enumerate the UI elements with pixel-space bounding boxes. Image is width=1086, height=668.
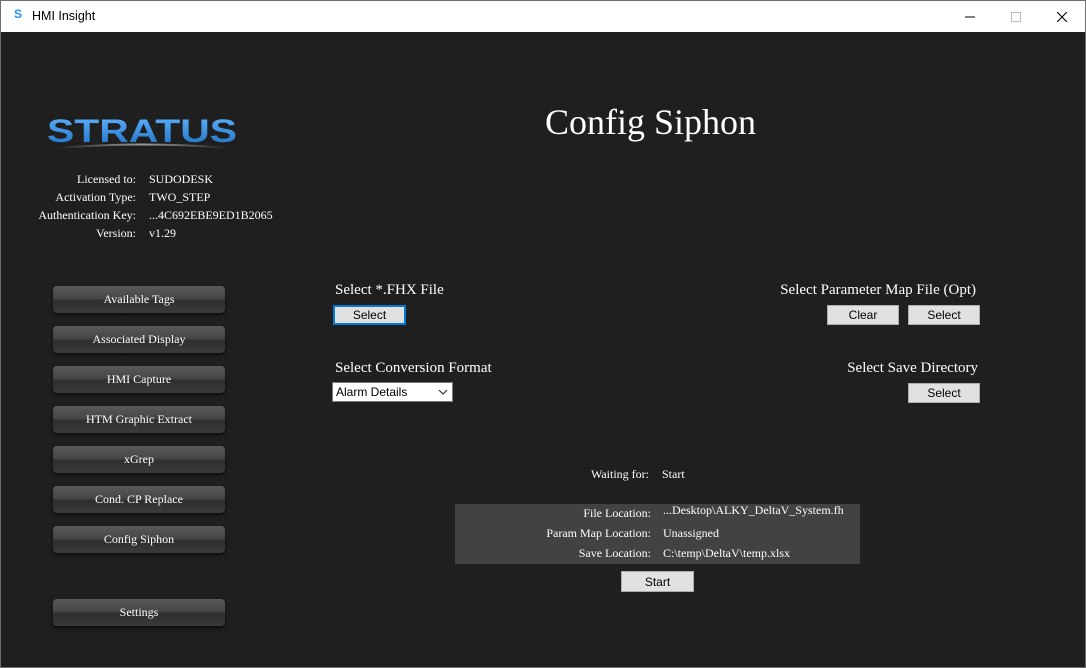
close-button[interactable] <box>1039 1 1085 32</box>
nav-hmi-capture[interactable]: HMI Capture <box>53 366 225 393</box>
authentication-key-label: Authentication Key: <box>38 208 136 222</box>
minimize-button[interactable] <box>947 1 993 32</box>
title-bar: S HMI Insight <box>1 1 1085 32</box>
chevron-down-icon <box>438 389 448 395</box>
nav-available-tags[interactable]: Available Tags <box>53 286 225 313</box>
nav-xgrep[interactable]: xGrep <box>53 446 225 473</box>
fhx-select-button[interactable]: Select <box>333 305 406 325</box>
save-directory-label: Select Save Directory <box>847 360 978 376</box>
nav-associated-display[interactable]: Associated Display <box>53 326 225 353</box>
nav-cond-cp-replace[interactable]: Cond. CP Replace <box>53 486 225 513</box>
activation-type-label: Activation Type: <box>55 190 136 204</box>
version-label: Version: <box>96 226 136 240</box>
app-logo-icon: S <box>13 7 22 21</box>
maximize-button[interactable] <box>993 1 1039 32</box>
waiting-for-label: Waiting for: <box>590 467 649 481</box>
conversion-format-select[interactable]: Alarm Details <box>332 382 453 402</box>
param-map-location-value: Unassigned <box>663 526 719 540</box>
conversion-format-label: Select Conversion Format <box>335 360 492 376</box>
start-button[interactable]: Start <box>621 571 694 592</box>
activation-type-value: TWO_STEP <box>149 190 211 204</box>
licensed-to-label: Licensed to: <box>77 172 136 186</box>
version-value: v1.29 <box>149 226 176 240</box>
window-title: HMI Insight <box>32 9 96 23</box>
param-map-clear-button[interactable]: Clear <box>827 305 899 325</box>
maximize-icon <box>1011 11 1021 22</box>
save-directory-select-button[interactable]: Select <box>908 383 980 403</box>
page-title: Config Siphon <box>545 102 757 142</box>
minimize-icon <box>965 16 975 17</box>
close-icon <box>1057 11 1067 22</box>
nav-htm-graphic-extract[interactable]: HTM Graphic Extract <box>53 406 225 433</box>
waiting-for-value: Start <box>662 467 685 481</box>
stratus-logo: STRATUS <box>47 115 237 149</box>
licensed-to-value: SUDODESK <box>149 172 214 186</box>
authentication-key-value: ...4C692EBE9ED1B2065 <box>149 208 273 222</box>
nav-config-siphon[interactable]: Config Siphon <box>53 526 225 553</box>
file-location-label: File Location: <box>583 506 651 520</box>
fhx-file-label: Select *.FHX File <box>335 282 444 298</box>
param-map-location-label: Param Map Location: <box>546 526 651 540</box>
file-location-value: ...Desktop\ALKY_DeltaV_System.fh <box>663 503 844 517</box>
param-map-label: Select Parameter Map File (Opt) <box>780 282 976 298</box>
app-window: S HMI Insight STRATUS Licensed to: SUDOD… <box>0 0 1086 668</box>
save-location-value: C:\temp\DeltaV\temp.xlsx <box>663 546 790 560</box>
settings-button[interactable]: Settings <box>53 599 225 626</box>
save-location-label: Save Location: <box>578 546 651 560</box>
param-map-select-button[interactable]: Select <box>908 305 980 325</box>
conversion-format-value: Alarm Details <box>336 385 408 399</box>
